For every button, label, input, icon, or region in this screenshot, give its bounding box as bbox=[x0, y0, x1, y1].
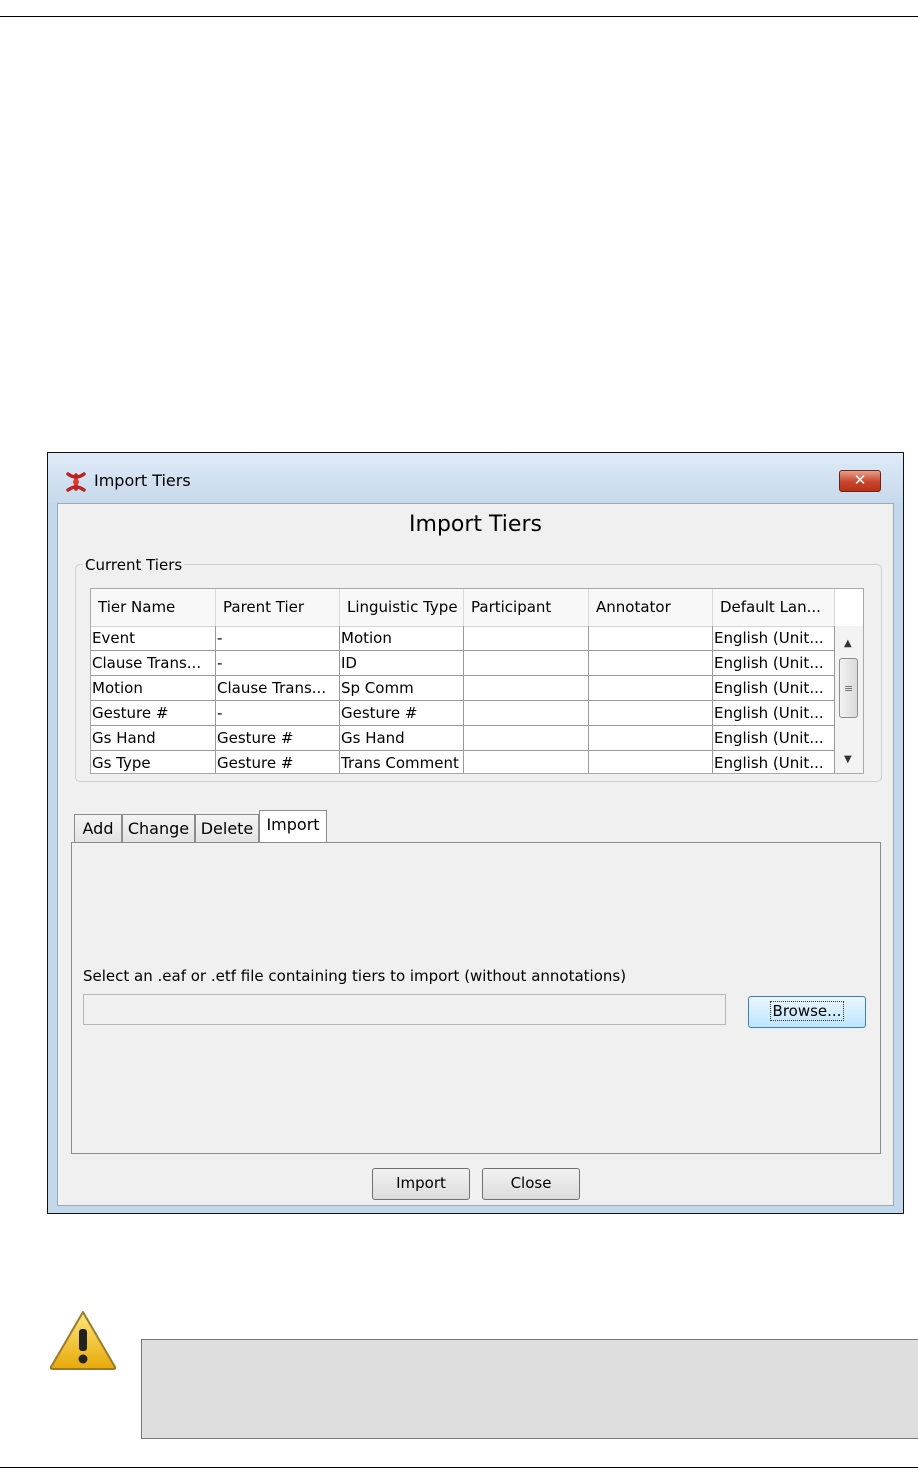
tab-delete[interactable]: Delete bbox=[195, 814, 259, 842]
elan-app-icon bbox=[66, 472, 86, 492]
table-header: Tier Name Parent Tier Linguistic Type Pa… bbox=[91, 589, 835, 627]
import-button[interactable]: Import bbox=[372, 1168, 470, 1200]
cell-default-language: English (Unit... bbox=[713, 676, 835, 701]
tiers-table: Tier Name Parent Tier Linguistic Type Pa… bbox=[90, 588, 864, 774]
column-header-parent-tier[interactable]: Parent Tier bbox=[216, 589, 340, 626]
scroll-down-arrow-icon[interactable]: ▼ bbox=[844, 754, 852, 765]
current-tiers-label: Current Tiers bbox=[83, 556, 185, 574]
cell-parent-tier: - bbox=[216, 651, 340, 676]
tab-add[interactable]: Add bbox=[74, 814, 122, 842]
close-button[interactable]: Close bbox=[482, 1168, 580, 1200]
table-row[interactable]: Motion Clause Trans... Sp Comm English (… bbox=[91, 676, 835, 701]
close-icon: ✕ bbox=[853, 471, 867, 489]
window-title: Import Tiers bbox=[94, 471, 191, 490]
cell-linguistic-type: Trans Comment bbox=[340, 751, 464, 773]
cell-linguistic-type: Gs Hand bbox=[340, 726, 464, 751]
scroll-up-arrow-icon[interactable]: ▲ bbox=[844, 638, 852, 649]
cell-annotator bbox=[589, 701, 713, 726]
cell-tier-name: Motion bbox=[91, 676, 216, 701]
cell-participant bbox=[464, 701, 589, 726]
cell-annotator bbox=[589, 626, 713, 651]
table-row[interactable]: Gs Hand Gesture # Gs Hand English (Unit.… bbox=[91, 726, 835, 751]
cell-tier-name: Gs Hand bbox=[91, 726, 216, 751]
cell-linguistic-type: ID bbox=[340, 651, 464, 676]
warning-note-box bbox=[141, 1339, 918, 1439]
scroll-grip-icon: ≡ bbox=[844, 682, 854, 695]
cell-parent-tier: - bbox=[216, 701, 340, 726]
cell-default-language: English (Unit... bbox=[713, 751, 835, 773]
dialog-content: Import Tiers Current Tiers Tier Name Par… bbox=[57, 503, 894, 1206]
page-bottom-rule bbox=[0, 1467, 918, 1468]
import-tiers-dialog: Import Tiers ✕ Import Tiers Current Tier… bbox=[47, 452, 904, 1214]
cell-default-language: English (Unit... bbox=[713, 701, 835, 726]
browse-button-label: Browse... bbox=[769, 1001, 845, 1021]
table-row[interactable]: Event - Motion English (Unit... bbox=[91, 626, 835, 651]
cell-participant bbox=[464, 726, 589, 751]
browse-button[interactable]: Browse... bbox=[748, 996, 866, 1028]
column-header-default-language[interactable]: Default Lan... bbox=[713, 589, 835, 626]
cell-tier-name: Event bbox=[91, 626, 216, 651]
cell-parent-tier: Gesture # bbox=[216, 726, 340, 751]
warning-icon bbox=[49, 1311, 117, 1370]
cell-parent-tier: Clause Trans... bbox=[216, 676, 340, 701]
column-header-participant[interactable]: Participant bbox=[464, 589, 589, 626]
page-top-rule bbox=[0, 16, 918, 17]
cell-linguistic-type: Sp Comm bbox=[340, 676, 464, 701]
table-row[interactable]: Gesture # - Gesture # English (Unit... bbox=[91, 701, 835, 726]
cell-participant bbox=[464, 676, 589, 701]
cell-linguistic-type: Gesture # bbox=[340, 701, 464, 726]
import-file-path-field[interactable] bbox=[83, 994, 726, 1025]
tab-change[interactable]: Change bbox=[122, 814, 195, 842]
cell-default-language: English (Unit... bbox=[713, 651, 835, 676]
tab-import[interactable]: Import bbox=[259, 810, 327, 842]
cell-participant bbox=[464, 751, 589, 773]
cell-participant bbox=[464, 626, 589, 651]
titlebar[interactable]: Import Tiers ✕ bbox=[48, 453, 903, 503]
cell-tier-name: Gs Type bbox=[91, 751, 216, 773]
cell-tier-name: Clause Trans... bbox=[91, 651, 216, 676]
cell-annotator bbox=[589, 651, 713, 676]
cell-default-language: English (Unit... bbox=[713, 626, 835, 651]
window-close-button[interactable]: ✕ bbox=[839, 470, 881, 492]
cell-participant bbox=[464, 651, 589, 676]
cell-parent-tier: Gesture # bbox=[216, 751, 340, 773]
cell-tier-name: Gesture # bbox=[91, 701, 216, 726]
table-row[interactable]: Gs Type Gesture # Trans Comment English … bbox=[91, 751, 835, 773]
import-instruction-label: Select an .eaf or .etf file containing t… bbox=[83, 967, 627, 985]
cell-parent-tier: - bbox=[216, 626, 340, 651]
cell-linguistic-type: Motion bbox=[340, 626, 464, 651]
cell-annotator bbox=[589, 676, 713, 701]
table-row[interactable]: Clause Trans... - ID English (Unit... bbox=[91, 651, 835, 676]
column-header-linguistic-type[interactable]: Linguistic Type bbox=[340, 589, 464, 626]
column-header-tier-name[interactable]: Tier Name bbox=[91, 589, 216, 626]
table-vertical-scrollbar[interactable]: ▲ ≡ ▼ bbox=[835, 626, 863, 773]
cell-annotator bbox=[589, 726, 713, 751]
import-tab-panel: Select an .eaf or .etf file containing t… bbox=[71, 842, 881, 1154]
cell-annotator bbox=[589, 751, 713, 773]
scroll-thumb[interactable]: ≡ bbox=[839, 658, 858, 718]
cell-default-language: English (Unit... bbox=[713, 726, 835, 751]
column-header-annotator[interactable]: Annotator bbox=[589, 589, 713, 626]
dialog-heading: Import Tiers bbox=[409, 512, 542, 537]
